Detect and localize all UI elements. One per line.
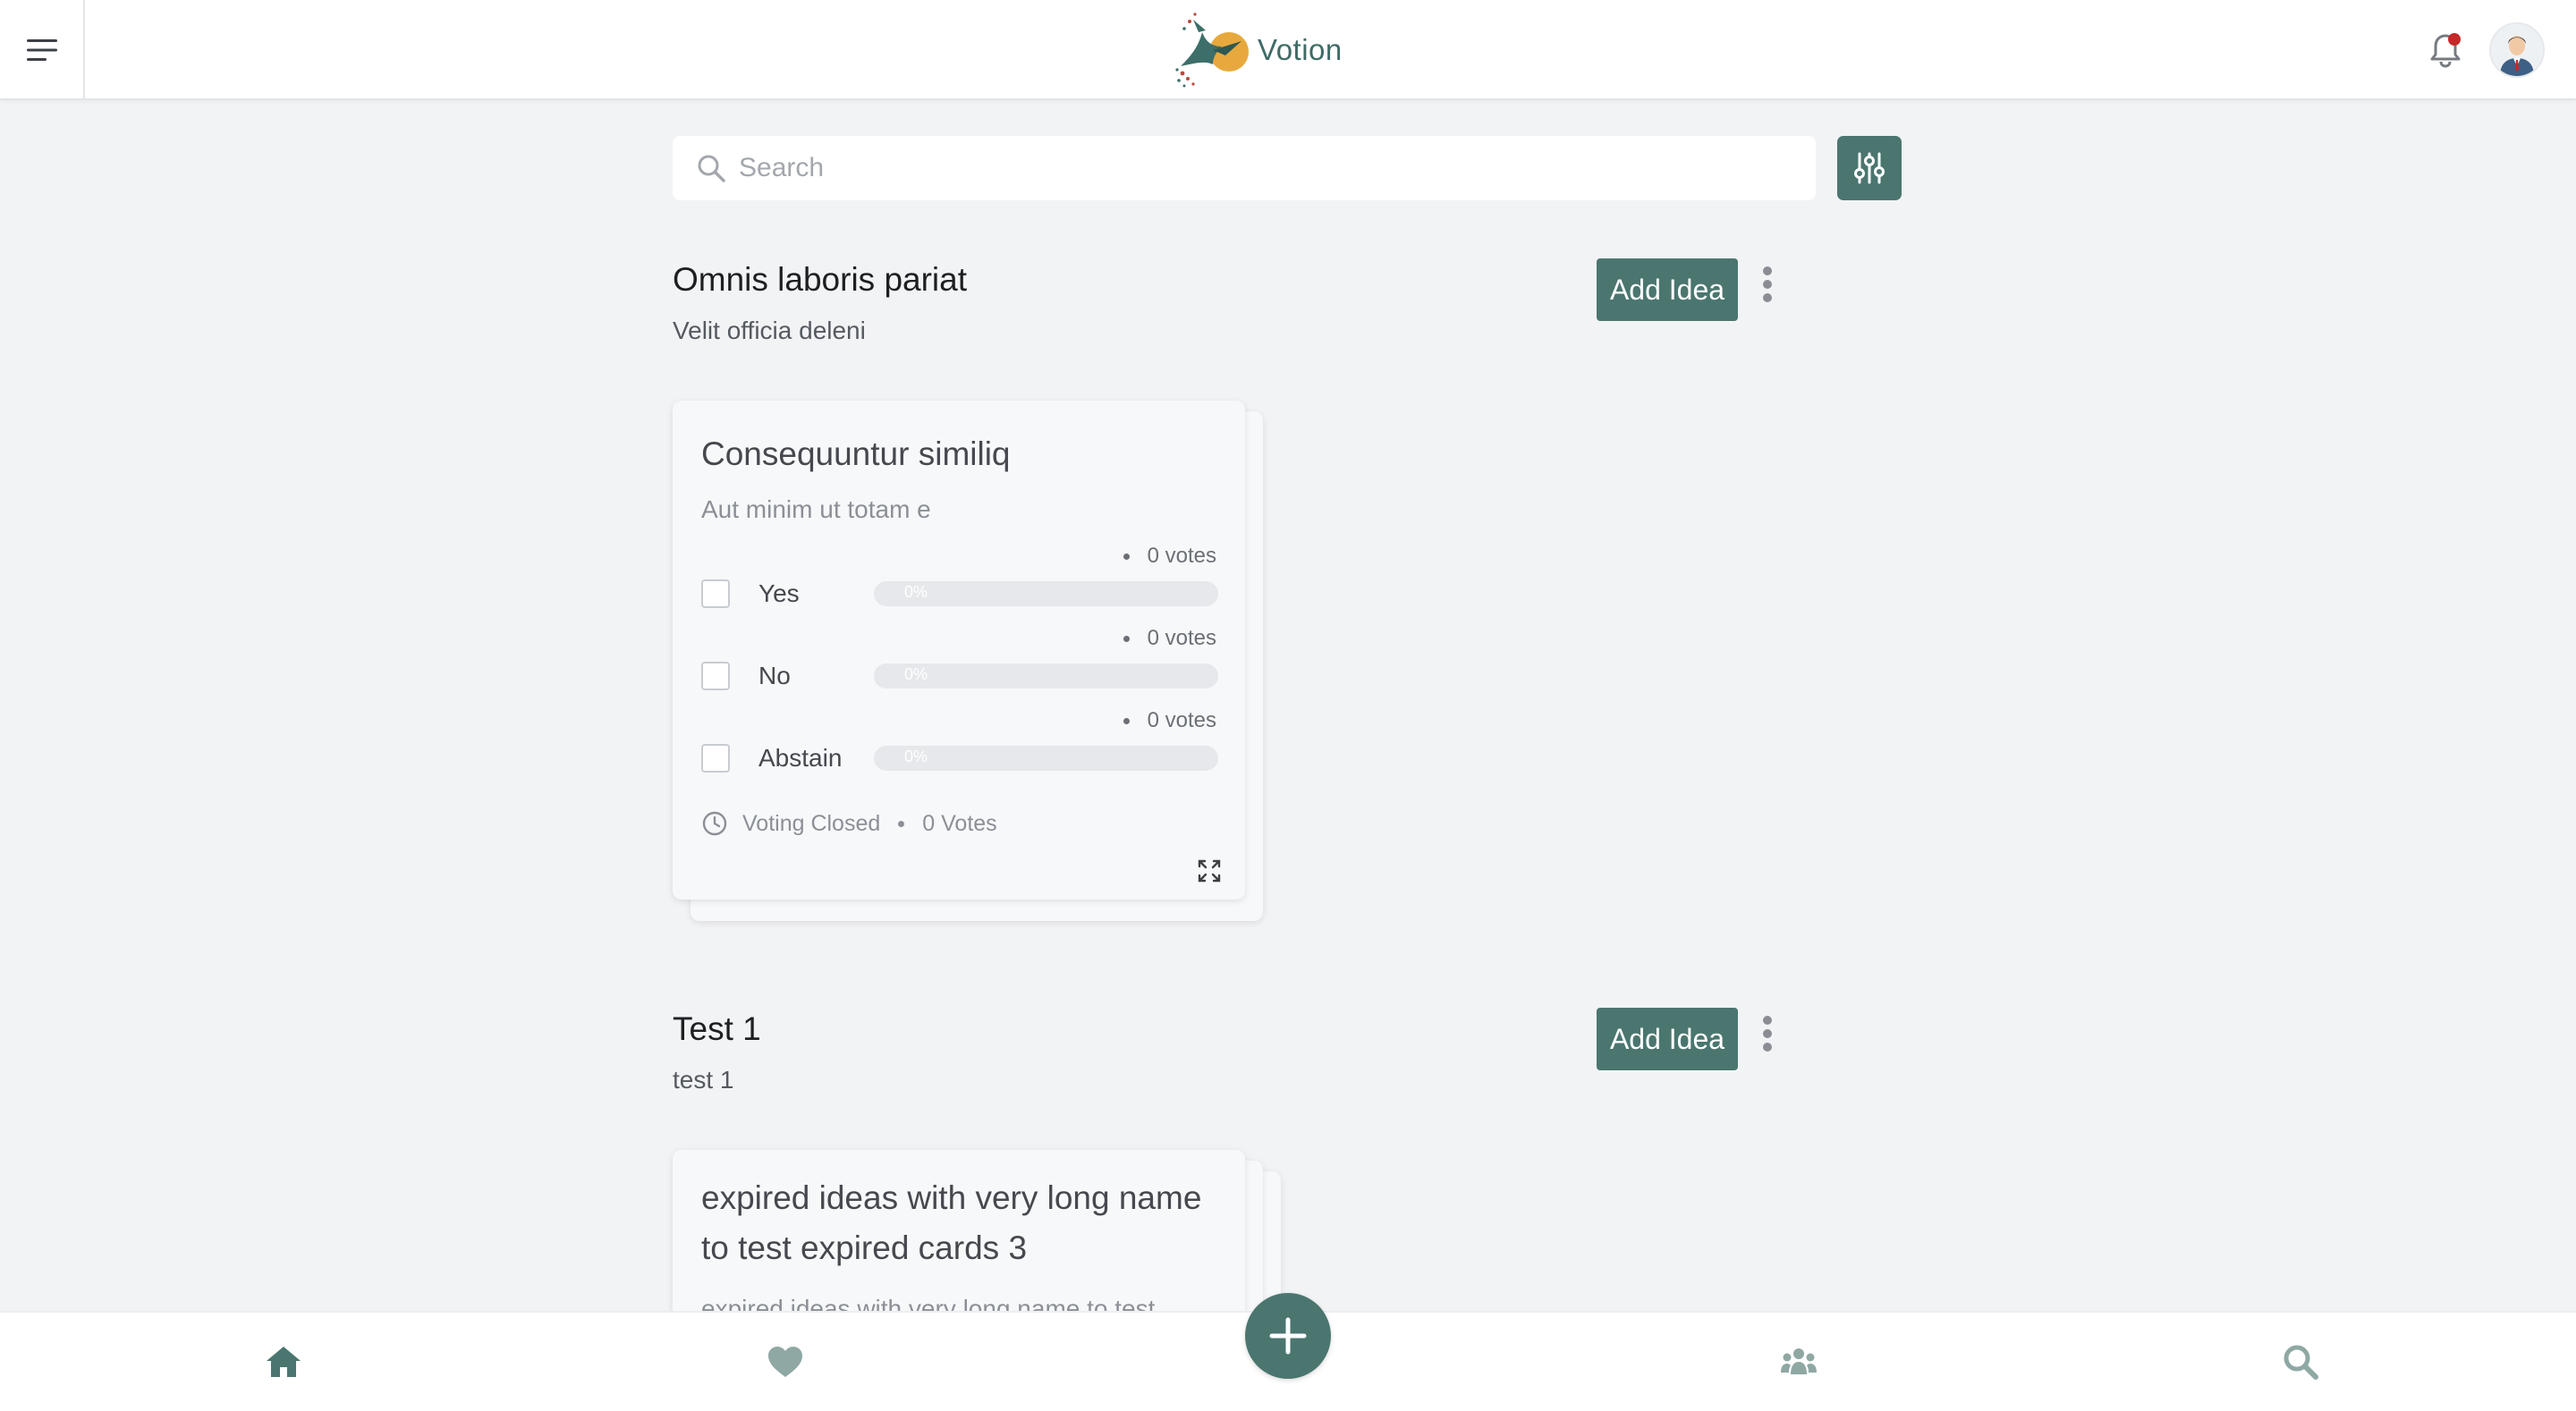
menu-icon [26, 39, 57, 61]
idea-description: Aut minim ut totam e [701, 495, 931, 523]
kebab-dot-icon [1763, 1043, 1772, 1052]
bullet-dot [1123, 717, 1130, 724]
app-name: Votion [1258, 33, 1343, 66]
add-idea-button[interactable]: Add Idea [1597, 1008, 1738, 1070]
home-icon [267, 1347, 301, 1377]
vote-option-no[interactable]: No 0% [701, 658, 1218, 694]
section-title: Test 1 [673, 1010, 761, 1047]
bullet-dot [898, 820, 905, 827]
search-icon [698, 155, 725, 182]
vote-progress-bar: 0% [874, 663, 1218, 689]
kebab-dot-icon [1763, 293, 1772, 302]
user-avatar[interactable] [2489, 22, 2545, 78]
nav-home[interactable] [252, 1331, 315, 1393]
add-idea-button[interactable]: Add Idea [1597, 258, 1738, 321]
search-icon [2284, 1345, 2318, 1380]
option-votes: 0 votes [1123, 626, 1216, 651]
top-bar: Votion [0, 0, 2576, 100]
voting-status: Voting Closed [742, 810, 881, 836]
bullet-dot [1123, 553, 1130, 560]
vote-progress-bar: 0% [874, 581, 1218, 606]
section-more-button[interactable] [1754, 1007, 1781, 1060]
bird-logo-icon [1175, 13, 1249, 88]
section-more-button[interactable] [1754, 258, 1781, 311]
clock-icon [702, 811, 727, 836]
card-footer: Voting Closed 0 Votes [701, 810, 997, 837]
kebab-dot-icon [1763, 266, 1772, 275]
nav-groups[interactable] [1767, 1331, 1830, 1393]
vote-percent: 0% [904, 583, 928, 601]
vote-checkbox[interactable] [701, 662, 730, 690]
expand-button[interactable] [1197, 858, 1222, 883]
option-votes: 0 votes [1123, 544, 1216, 569]
vote-progress-bar: 0% [874, 746, 1218, 771]
kebab-dot-icon [1763, 1016, 1772, 1025]
vote-percent: 0% [904, 665, 928, 683]
menu-button[interactable] [0, 0, 85, 100]
option-votes-text: 0 votes [1147, 544, 1216, 568]
vote-checkbox[interactable] [701, 744, 730, 773]
vote-option-yes[interactable]: Yes 0% [701, 576, 1218, 612]
vote-option-abstain[interactable]: Abstain 0% [701, 740, 1218, 776]
vote-percent: 0% [904, 748, 928, 765]
option-label: No [758, 662, 791, 689]
bell-icon [2430, 33, 2461, 68]
users-icon [1781, 1348, 1817, 1374]
avatar-icon [2491, 24, 2543, 76]
option-votes-text: 0 votes [1147, 626, 1216, 650]
kebab-dot-icon [1763, 280, 1772, 289]
filter-button[interactable] [1837, 136, 1902, 200]
search-bar[interactable] [673, 136, 1816, 200]
notifications-button[interactable] [2424, 29, 2467, 72]
idea-title: Consequuntur similiq [701, 435, 1011, 472]
idea-title-line: to test expired cards 3 [701, 1229, 1028, 1266]
idea-title-line: expired ideas with very long name [701, 1179, 1202, 1216]
idea-card[interactable]: Consequuntur similiq Aut minim ut totam … [673, 401, 1245, 900]
search-input[interactable] [739, 141, 1767, 195]
total-votes: 0 Votes [922, 810, 997, 836]
sliders-icon [1854, 152, 1885, 184]
nav-search[interactable] [2269, 1331, 2332, 1393]
bullet-dot [1123, 635, 1130, 642]
section-subtitle: Velit officia deleni [673, 317, 866, 344]
section-title: Omnis laboris pariat [673, 261, 968, 298]
section-subtitle: test 1 [673, 1066, 734, 1094]
nav-favorites[interactable] [754, 1331, 817, 1393]
plus-icon [1269, 1317, 1307, 1355]
heart-icon [768, 1347, 802, 1377]
option-label: Abstain [758, 744, 843, 772]
option-votes-text: 0 votes [1147, 708, 1216, 732]
app-logo[interactable]: Votion [1172, 11, 1343, 89]
kebab-dot-icon [1763, 1029, 1772, 1038]
option-votes: 0 votes [1123, 708, 1216, 733]
option-label: Yes [758, 579, 800, 607]
add-button[interactable] [1245, 1293, 1331, 1379]
expand-icon [1198, 859, 1221, 883]
vote-checkbox[interactable] [701, 579, 730, 608]
